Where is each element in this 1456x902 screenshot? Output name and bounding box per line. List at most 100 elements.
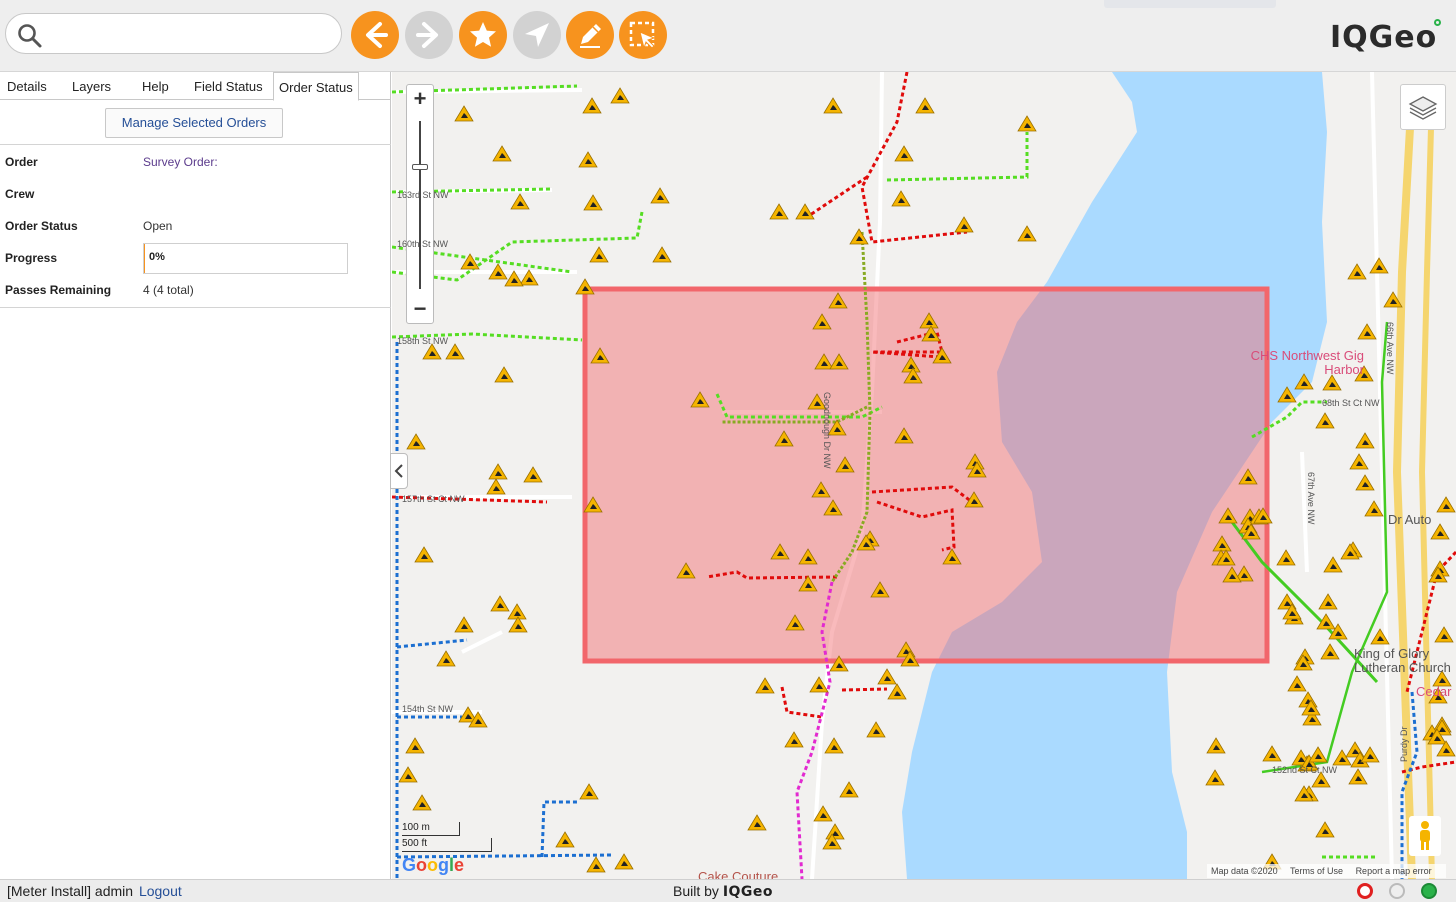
- street-view-pegman[interactable]: [1409, 816, 1441, 856]
- construction-marker-icon[interactable]: [891, 190, 911, 207]
- construction-marker-icon[interactable]: [795, 203, 815, 220]
- collapse-panel-button[interactable]: [390, 453, 408, 489]
- zoom-track[interactable]: [419, 121, 421, 289]
- construction-marker-icon[interactable]: [1308, 746, 1328, 763]
- construction-marker-icon[interactable]: [887, 683, 907, 700]
- construction-marker-icon[interactable]: [414, 546, 434, 563]
- construction-marker-icon[interactable]: [494, 366, 514, 383]
- construction-marker-icon[interactable]: [579, 783, 599, 800]
- edit-button[interactable]: [566, 11, 614, 59]
- construction-marker-icon[interactable]: [1017, 225, 1037, 242]
- construction-marker-icon[interactable]: [1287, 675, 1307, 692]
- construction-marker-icon[interactable]: [866, 721, 886, 738]
- order-value[interactable]: Survey Order:: [143, 155, 218, 169]
- construction-marker-icon[interactable]: [652, 246, 672, 263]
- construction-marker-icon[interactable]: [1315, 821, 1335, 838]
- navigate-button[interactable]: [513, 11, 561, 59]
- construction-marker-icon[interactable]: [1318, 593, 1338, 610]
- construction-marker-icon[interactable]: [1262, 745, 1282, 762]
- zoom-slider-handle[interactable]: [412, 164, 428, 170]
- tab-details[interactable]: Details: [7, 72, 47, 100]
- construction-marker-icon[interactable]: [1355, 432, 1375, 449]
- logout-link[interactable]: Logout: [139, 883, 182, 899]
- construction-marker-icon[interactable]: [1430, 523, 1450, 540]
- search-box[interactable]: [5, 13, 342, 54]
- construction-marker-icon[interactable]: [915, 97, 935, 114]
- construction-marker-icon[interactable]: [1349, 453, 1369, 470]
- construction-marker-icon[interactable]: [454, 105, 474, 122]
- construction-marker-icon[interactable]: [954, 216, 974, 233]
- construction-marker-icon[interactable]: [839, 781, 859, 798]
- construction-marker-icon[interactable]: [1348, 768, 1368, 785]
- construction-marker-icon[interactable]: [510, 193, 530, 210]
- construction-marker-icon[interactable]: [1360, 746, 1380, 763]
- construction-marker-icon[interactable]: [1332, 749, 1352, 766]
- construction-marker-icon[interactable]: [412, 794, 432, 811]
- tab-layers[interactable]: Layers: [72, 72, 111, 100]
- construction-marker-icon[interactable]: [823, 97, 843, 114]
- tab-field-status[interactable]: Field Status: [194, 72, 263, 100]
- poi-label[interactable]: Dr Auto: [1388, 512, 1431, 527]
- poi-label[interactable]: CHS Northwest Gig Harbor: [1244, 349, 1364, 377]
- tab-help[interactable]: Help: [142, 72, 169, 100]
- construction-marker-icon[interactable]: [650, 187, 670, 204]
- construction-marker-icon[interactable]: [436, 650, 456, 667]
- construction-marker-icon[interactable]: [894, 145, 914, 162]
- report-error-link[interactable]: Report a map error: [1356, 866, 1432, 876]
- construction-marker-icon[interactable]: [755, 677, 775, 694]
- construction-marker-icon[interactable]: [849, 228, 869, 245]
- construction-marker-icon[interactable]: [1017, 115, 1037, 132]
- construction-marker-icon[interactable]: [769, 203, 789, 220]
- construction-marker-icon[interactable]: [488, 463, 508, 480]
- construction-marker-icon[interactable]: [784, 731, 804, 748]
- construction-marker-icon[interactable]: [1322, 374, 1342, 391]
- construction-marker-icon[interactable]: [877, 668, 897, 685]
- notification-icon[interactable]: [1389, 883, 1405, 899]
- select-area-button[interactable]: [619, 11, 667, 59]
- construction-marker-icon[interactable]: [1436, 496, 1456, 513]
- construction-marker-icon[interactable]: [583, 194, 603, 211]
- back-button[interactable]: [351, 11, 399, 59]
- construction-marker-icon[interactable]: [1434, 626, 1454, 643]
- construction-marker-icon[interactable]: [405, 737, 425, 754]
- construction-marker-icon[interactable]: [825, 823, 845, 840]
- construction-marker-icon[interactable]: [578, 151, 598, 168]
- construction-marker-icon[interactable]: [1347, 263, 1367, 280]
- poi-label[interactable]: King of Glory Lutheran Church: [1354, 647, 1456, 675]
- poi-label[interactable]: Cake Couture: [698, 869, 778, 879]
- gps-target-icon[interactable]: [1357, 883, 1373, 899]
- bookmark-button[interactable]: [459, 11, 507, 59]
- construction-marker-icon[interactable]: [1206, 737, 1226, 754]
- construction-marker-icon[interactable]: [486, 478, 506, 495]
- construction-marker-icon[interactable]: [1205, 769, 1225, 786]
- construction-marker-icon[interactable]: [523, 466, 543, 483]
- construction-marker-icon[interactable]: [1355, 474, 1375, 491]
- construction-marker-icon[interactable]: [555, 831, 575, 848]
- construction-marker-icon[interactable]: [1364, 500, 1384, 517]
- forward-button[interactable]: [405, 11, 453, 59]
- construction-marker-icon[interactable]: [490, 595, 510, 612]
- construction-marker-icon[interactable]: [1320, 643, 1340, 660]
- construction-marker-icon[interactable]: [445, 343, 465, 360]
- construction-marker-icon[interactable]: [1315, 412, 1335, 429]
- construction-marker-icon[interactable]: [492, 145, 512, 162]
- tab-order-status[interactable]: Order Status: [273, 72, 359, 101]
- map-canvas[interactable]: [392, 72, 1456, 879]
- zoom-out-button[interactable]: −: [407, 295, 433, 323]
- construction-marker-icon[interactable]: [507, 603, 527, 620]
- manage-selected-orders-button[interactable]: Manage Selected Orders: [105, 108, 283, 138]
- construction-marker-icon[interactable]: [422, 343, 442, 360]
- construction-marker-icon[interactable]: [610, 87, 630, 104]
- construction-marker-icon[interactable]: [454, 616, 474, 633]
- construction-marker-icon[interactable]: [589, 246, 609, 263]
- search-input[interactable]: [50, 22, 330, 46]
- construction-marker-icon[interactable]: [586, 856, 606, 873]
- terms-link[interactable]: Terms of Use: [1290, 866, 1343, 876]
- construction-marker-icon[interactable]: [1369, 257, 1389, 274]
- zoom-in-button[interactable]: +: [407, 85, 433, 113]
- construction-marker-icon[interactable]: [398, 766, 418, 783]
- map-view[interactable]: + − 163rd St NW 160th St NW 158th St NW …: [392, 72, 1456, 879]
- construction-marker-icon[interactable]: [824, 737, 844, 754]
- construction-marker-icon[interactable]: [1276, 549, 1296, 566]
- construction-marker-icon[interactable]: [582, 97, 602, 114]
